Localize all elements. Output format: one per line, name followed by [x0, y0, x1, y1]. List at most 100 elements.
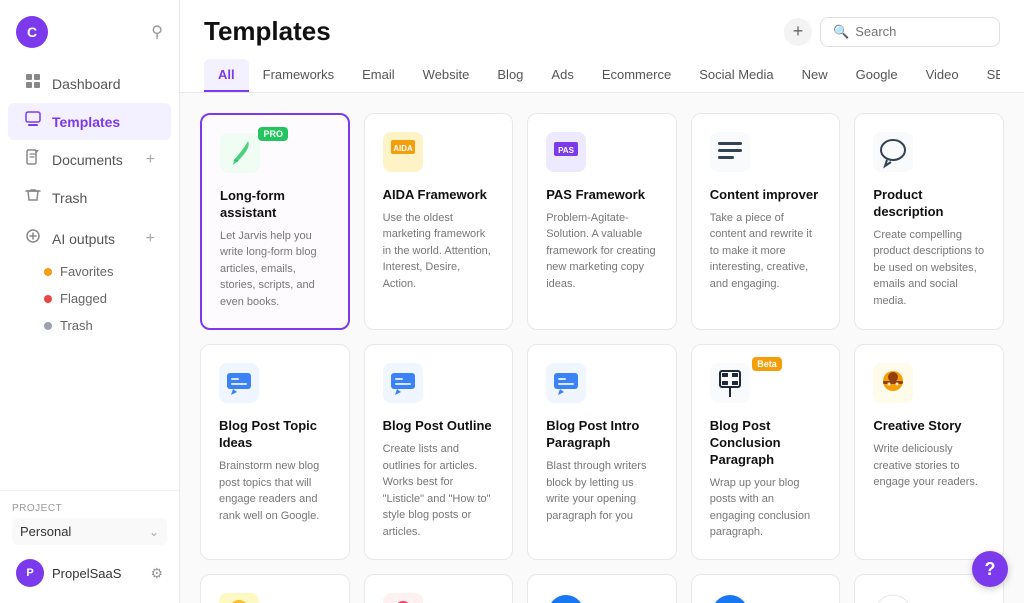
card-icon-area	[219, 363, 259, 408]
card-icon-area	[546, 593, 586, 603]
chevron-down-icon: ⌄	[149, 525, 159, 539]
card-title: Product description	[873, 187, 985, 221]
filter-tab-blog[interactable]: Blog	[483, 59, 537, 92]
card-icon-aida-framework: AIDA	[383, 159, 423, 176]
search-icon[interactable]: ⚲	[151, 22, 163, 42]
card-blog-outline[interactable]: Blog Post Outline Create lists and outli…	[364, 344, 514, 560]
card-icon-area: PRO	[220, 133, 260, 178]
card-title: AIDA Framework	[383, 187, 495, 204]
card-icon-area	[710, 593, 750, 603]
card-blog-conclusion[interactable]: Beta Blog Post Conclusion Paragraph Wrap…	[691, 344, 841, 560]
documents-add-icon[interactable]: +	[146, 151, 155, 169]
card-desc: Take a piece of content and rewrite it t…	[710, 210, 822, 293]
filter-tabs: AllFrameworksEmailWebsiteBlogAdsEcommerc…	[204, 59, 1000, 92]
card-explain-child[interactable]: Explain It To a Child Rephrase text to m…	[200, 574, 350, 603]
beta-badge: Beta	[752, 357, 782, 371]
card-icon-blog-outline	[383, 390, 423, 407]
sidebar-item-dashboard[interactable]: Dashboard	[8, 65, 171, 102]
card-facebook-headline[interactable]: Facebook ad headline Generate scroll-sto…	[527, 574, 677, 603]
card-desc: Write deliciously creative stories to en…	[873, 441, 985, 491]
sidebar-sub-trash[interactable]: Trash	[0, 312, 179, 339]
card-title: Blog Post Outline	[383, 418, 495, 435]
filter-tab-website[interactable]: Website	[409, 59, 484, 92]
filter-tab-all[interactable]: All	[204, 59, 249, 92]
card-icon-product-description	[873, 159, 913, 176]
filter-tab-social-media[interactable]: Social Media	[685, 59, 787, 92]
card-product-description[interactable]: Product description Create compelling pr…	[854, 113, 1004, 330]
card-desc: Wrap up your blog posts with an engaging…	[710, 475, 822, 541]
app-logo[interactable]: C	[16, 16, 48, 48]
card-title: Blog Post Intro Paragraph	[546, 418, 658, 452]
filter-tab-google[interactable]: Google	[842, 59, 912, 92]
templates-icon	[24, 111, 42, 132]
filter-tab-video[interactable]: Video	[912, 59, 973, 92]
card-icon-blog-conclusion	[710, 390, 750, 407]
favorites-dot	[44, 268, 52, 276]
add-template-button[interactable]: +	[784, 18, 812, 46]
templates-label: Templates	[52, 114, 120, 130]
search-icon: 🔍	[833, 24, 849, 40]
ai-outputs-add-icon[interactable]: +	[146, 230, 155, 248]
filter-tab-ads[interactable]: Ads	[537, 59, 587, 92]
user-name: PropelSaaS	[52, 566, 121, 581]
filter-tab-email[interactable]: Email	[348, 59, 409, 92]
card-icon-area	[383, 593, 423, 603]
sidebar-header: C ⚲	[0, 0, 179, 60]
dashboard-label: Dashboard	[52, 76, 121, 92]
card-desc: Create lists and outlines for articles. …	[383, 441, 495, 540]
card-pas-framework[interactable]: PAS PAS Framework Problem-Agitate-Soluti…	[527, 113, 677, 330]
filter-tab-ecommerce[interactable]: Ecommerce	[588, 59, 685, 92]
card-title: PAS Framework	[546, 187, 658, 204]
project-label: PROJECT	[12, 503, 167, 514]
help-button[interactable]: ?	[972, 551, 1008, 587]
card-icon-area	[219, 593, 259, 603]
trash-sub-label: Trash	[60, 318, 93, 333]
card-icon-area	[873, 593, 913, 603]
trash-icon	[24, 187, 42, 208]
trash-label: Trash	[52, 190, 87, 206]
settings-gear-icon[interactable]: ⚙	[150, 565, 163, 582]
card-icon-area	[873, 132, 913, 177]
card-long-form-assistant[interactable]: PRO Long-form assistant Let Jarvis help …	[200, 113, 350, 330]
card-desc: Blast through writers block by letting u…	[546, 458, 658, 524]
card-icon-pas-framework: PAS	[546, 159, 586, 176]
sidebar-sub-flagged[interactable]: Flagged	[0, 285, 179, 312]
user-avatar: P	[16, 559, 44, 587]
card-icon-area: PAS	[546, 132, 586, 177]
card-title: Blog Post Conclusion Paragraph	[710, 418, 822, 469]
card-icon-area: AIDA	[383, 132, 423, 177]
card-icon-area	[546, 363, 586, 408]
favorites-label: Favorites	[60, 264, 113, 279]
project-selector[interactable]: Personal ⌄	[12, 518, 167, 545]
card-desc: Problem-Agitate-Solution. A valuable fra…	[546, 210, 658, 293]
main-header: Templates + 🔍 AllFrameworksEmailWebsiteB…	[180, 0, 1024, 93]
card-blog-intro[interactable]: Blog Post Intro Paragraph Blast through …	[527, 344, 677, 560]
ai-outputs-submenu: Favorites Flagged Trash	[0, 258, 179, 343]
sidebar-item-templates[interactable]: Templates	[8, 103, 171, 140]
user-row: P PropelSaaS ⚙	[12, 555, 167, 591]
filter-tab-seo[interactable]: SEO	[973, 59, 1000, 92]
card-aida-framework[interactable]: AIDA AIDA Framework Use the oldest marke…	[364, 113, 514, 330]
card-icon-blog-intro	[546, 390, 586, 407]
card-facebook-primary[interactable]: Facebook ad primary text Create high con…	[691, 574, 841, 603]
filter-tab-frameworks[interactable]: Frameworks	[249, 59, 349, 92]
card-icon-area: Beta	[710, 363, 750, 408]
sidebar-item-ai-outputs[interactable]: AI outputs +	[8, 220, 171, 257]
sidebar-item-trash[interactable]: Trash	[8, 179, 171, 216]
card-sentence-expander[interactable]: Sentence Expander Expand a short sentenc…	[364, 574, 514, 603]
card-icon-blog-topic-ideas	[219, 390, 259, 407]
card-desc: Create compelling product descriptions t…	[873, 227, 985, 310]
documents-icon	[24, 149, 42, 170]
sidebar: C ⚲ Dashboard Templates Documents	[0, 0, 180, 603]
card-content-improver[interactable]: Content improver Take a piece of content…	[691, 113, 841, 330]
flagged-label: Flagged	[60, 291, 107, 306]
card-blog-topic-ideas[interactable]: Blog Post Topic Ideas Brainstorm new blo…	[200, 344, 350, 560]
cards-area: PRO Long-form assistant Let Jarvis help …	[180, 93, 1024, 603]
card-creative-story[interactable]: Creative Story Write deliciously creativ…	[854, 344, 1004, 560]
sidebar-sub-favorites[interactable]: Favorites	[0, 258, 179, 285]
sidebar-item-documents[interactable]: Documents +	[8, 141, 171, 178]
ai-outputs-icon	[24, 228, 42, 249]
search-input[interactable]	[855, 24, 975, 39]
filter-tab-new[interactable]: New	[788, 59, 842, 92]
card-icon-content-improver	[710, 159, 750, 176]
